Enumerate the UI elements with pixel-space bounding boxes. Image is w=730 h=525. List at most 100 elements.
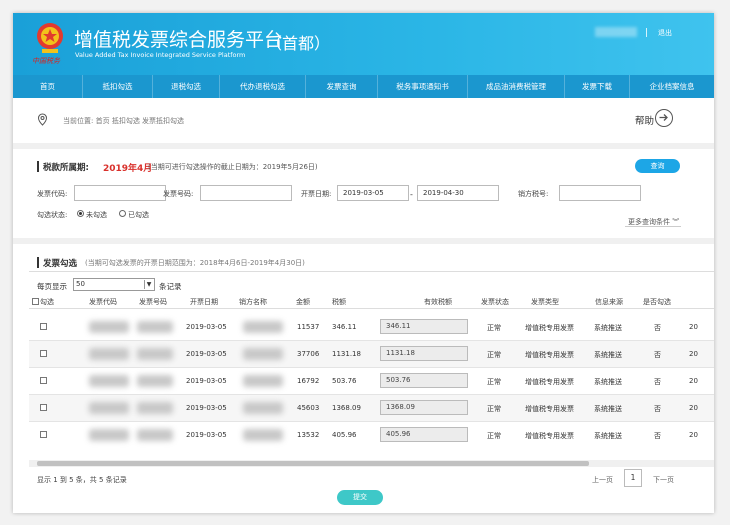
status-checked-label[interactable]: 已勾选 <box>128 210 149 220</box>
row-checkbox[interactable] <box>40 323 47 330</box>
invoice-number-label: 发票号码: <box>163 190 194 198</box>
row-checkbox[interactable] <box>40 350 47 357</box>
nav-oil-tax[interactable]: 成品油消费税管理 <box>468 75 565 98</box>
nav-company-profile[interactable]: 企业档案信息 <box>630 75 714 98</box>
invoice-date-range-note: (当期可勾选发票的开票日期范围为：2018年4月6日-2019年4月30日) <box>85 259 305 267</box>
nav-invoice-download[interactable]: 发票下载 <box>565 75 630 98</box>
current-page-button[interactable]: 1 <box>624 469 642 487</box>
page-size-label: 每页显示 <box>37 282 67 291</box>
table-row[interactable]: 2019-03-05 45603 1368.09 1368.09 正常 增值税专… <box>29 395 714 422</box>
col-amount: 金额 <box>296 298 310 306</box>
help-link[interactable]: 帮助 <box>635 113 654 127</box>
valid-tax-input[interactable]: 1131.18 <box>380 346 468 361</box>
user-name-redacted <box>595 27 637 37</box>
issue-date: 2019-03-05 <box>186 350 227 358</box>
issue-date: 2019-03-05 <box>186 431 227 439</box>
nav-agent-refund-check[interactable]: 代办退税勾选 <box>220 75 306 98</box>
tax-emblem-icon <box>37 23 63 53</box>
seller-tax-id-label: 销方税号: <box>518 190 549 198</box>
issue-date: 2019-03-05 <box>186 377 227 385</box>
submit-button[interactable]: 提交 <box>337 490 383 505</box>
header-separator <box>646 28 647 37</box>
page-size-select[interactable]: 50 ▼ <box>73 278 155 291</box>
status-unchecked-radio[interactable] <box>77 210 84 217</box>
invoice-number-redacted <box>137 375 173 387</box>
table-row[interactable]: 2019-03-05 11537 346.11 346.11 正常 增值税专用发… <box>29 314 714 341</box>
breadcrumb-path[interactable]: 首页 抵扣勾选 发票抵扣勾选 <box>96 117 184 125</box>
col-invoice-type: 发票类型 <box>531 298 559 306</box>
record-summary: 显示 1 到 5 条，共 5 条记录 <box>37 476 127 484</box>
row-checkbox[interactable] <box>40 431 47 438</box>
info-source: 系统推送 <box>594 405 622 413</box>
tax: 503.76 <box>332 377 357 385</box>
seller-name-redacted <box>243 375 283 387</box>
tax: 346.11 <box>332 323 357 331</box>
col-tax: 税额 <box>332 298 346 306</box>
location-pin-icon <box>37 113 48 126</box>
app-window: 中国税务 增值税发票综合服务平台 Value Added Tax Invoice… <box>13 13 714 513</box>
check-status-label: 勾选状态: <box>37 211 68 219</box>
chevron-down-icon[interactable]: ▼ <box>144 280 153 289</box>
horizontal-scrollbar[interactable] <box>29 460 714 467</box>
section-underline <box>29 271 714 272</box>
row-checkbox[interactable] <box>40 404 47 411</box>
seller-tax-id-input[interactable] <box>559 185 641 201</box>
site-header: 中国税务 增值税发票综合服务平台 Value Added Tax Invoice… <box>13 13 714 75</box>
prev-page-link[interactable]: 上一页 <box>592 475 613 485</box>
query-button[interactable]: 查询 <box>635 159 680 173</box>
logout-link[interactable]: 退出 <box>658 28 672 38</box>
period-deadline-note: (当期可进行勾选操作的截止日期为：2019年5月26日) <box>148 163 318 171</box>
truncated-column: 20 <box>689 377 698 385</box>
date-to-input[interactable]: 2019-04-30 <box>417 185 499 201</box>
nav-refund-check[interactable]: 退税勾选 <box>153 75 220 98</box>
truncated-column: 20 <box>689 404 698 412</box>
col-seller-name: 销方名称 <box>239 298 267 306</box>
invoice-code-input[interactable] <box>74 185 166 201</box>
is-checked: 否 <box>654 378 661 386</box>
section-marker <box>37 161 39 172</box>
amount: 11537 <box>297 323 320 331</box>
invoice-type: 增值税专用发票 <box>525 405 574 413</box>
scrollbar-thumb[interactable] <box>37 461 589 466</box>
page-size-unit: 条记录 <box>159 282 182 291</box>
col-check: 勾选 <box>40 298 54 306</box>
valid-tax-input[interactable]: 346.11 <box>380 319 468 334</box>
nav-deduction-check[interactable]: 抵扣勾选 <box>83 75 153 98</box>
truncated-column: 20 <box>689 350 698 358</box>
date-from-input[interactable]: 2019-03-05 <box>337 185 409 201</box>
invoice-number-redacted <box>137 321 173 333</box>
nav-tax-notice[interactable]: 税务事项通知书 <box>378 75 468 98</box>
valid-tax-input[interactable]: 405.96 <box>380 427 468 442</box>
help-arrow-icon[interactable] <box>655 109 673 127</box>
issue-date: 2019-03-05 <box>186 323 227 331</box>
table-row[interactable]: 2019-03-05 13532 405.96 405.96 正常 增值税专用发… <box>29 422 714 449</box>
is-checked: 否 <box>654 351 661 359</box>
status-unchecked-label[interactable]: 未勾选 <box>86 210 107 220</box>
page-size-value: 50 <box>76 280 85 288</box>
nav-home[interactable]: 首页 <box>13 75 83 98</box>
period-label: 税款所属期: <box>43 163 89 173</box>
invoice-status: 正常 <box>487 405 501 413</box>
truncated-column: 20 <box>689 323 698 331</box>
seller-name-redacted <box>243 402 283 414</box>
invoice-number-redacted <box>137 402 173 414</box>
invoice-type: 增值税专用发票 <box>525 432 574 440</box>
invoice-status: 正常 <box>487 378 501 386</box>
select-all-checkbox[interactable] <box>32 298 39 305</box>
invoice-code-redacted <box>89 429 129 441</box>
invoice-type: 增值税专用发票 <box>525 378 574 386</box>
truncated-column: 20 <box>689 431 698 439</box>
nav-invoice-query[interactable]: 发票查询 <box>306 75 378 98</box>
valid-tax-input[interactable]: 1368.09 <box>380 400 468 415</box>
table-row[interactable]: 2019-03-05 16792 503.76 503.76 正常 增值税专用发… <box>29 368 714 395</box>
invoice-number-input[interactable] <box>200 185 292 201</box>
more-conditions-underline <box>625 226 681 227</box>
next-page-link[interactable]: 下一页 <box>653 475 674 485</box>
section-divider <box>13 238 714 244</box>
table-row[interactable]: 2019-03-05 37706 1131.18 1131.18 正常 增值税专… <box>29 341 714 368</box>
valid-tax-input[interactable]: 503.76 <box>380 373 468 388</box>
main-nav: 首页 抵扣勾选 退税勾选 代办退税勾选 发票查询 税务事项通知书 成品油消费税管… <box>13 75 714 98</box>
status-checked-radio[interactable] <box>119 210 126 217</box>
row-checkbox[interactable] <box>40 377 47 384</box>
seller-name-redacted <box>243 429 283 441</box>
